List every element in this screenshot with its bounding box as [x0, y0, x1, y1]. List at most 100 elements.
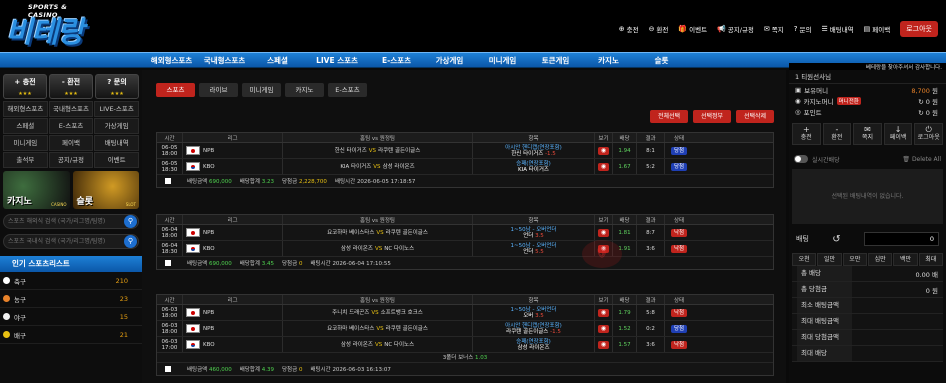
japan-flag-icon	[186, 324, 200, 333]
shortcut-button[interactable]: ↓ 페이백	[883, 123, 913, 145]
select-checkbox[interactable]	[165, 178, 171, 184]
refresh-icon[interactable]: ↻	[918, 109, 923, 117]
action-button[interactable]: 선택삭제	[736, 110, 774, 123]
delete-all-button[interactable]: Delete All	[912, 156, 941, 163]
sidebar-menu-item[interactable]: 이벤트	[94, 152, 139, 168]
tab-2[interactable]: 미니게임	[242, 83, 281, 97]
eye-icon[interactable]: ◉	[598, 162, 609, 171]
summary-unit: 원	[932, 286, 938, 295]
sidebar-menu-item[interactable]: 출석부	[3, 152, 48, 168]
slot-banner[interactable]: 슬롯 SLOT	[72, 171, 139, 209]
bet-amount: 배팅금액 690,000	[187, 259, 232, 267]
main-nav-item[interactable]: E-스포츠	[370, 53, 423, 68]
shortcut-button[interactable]: ✉ 쪽지	[853, 123, 882, 145]
main-nav-item[interactable]: 스페셜	[251, 53, 304, 68]
result-value: 3:6	[646, 245, 655, 252]
eye-icon[interactable]: ◉	[598, 228, 609, 237]
odds-value: 1.67	[618, 163, 631, 170]
amount-button[interactable]: 최대	[918, 253, 943, 266]
sport-item[interactable]: 축구 210	[0, 272, 142, 290]
eye-icon[interactable]: ◉	[598, 146, 609, 155]
money-transfer-button[interactable]: 머니전환	[836, 96, 861, 105]
odds-value: 1.57	[618, 341, 631, 348]
sidebar-menu-item[interactable]: E-스포츠	[48, 118, 94, 134]
sidebar-menu-item[interactable]: LIVE-스포츠	[94, 101, 139, 117]
nav-mail[interactable]: ✉ 쪽지	[764, 24, 784, 34]
search-icon[interactable]: ⚲	[124, 235, 137, 248]
shortcut-button[interactable]: + 충전	[792, 123, 821, 145]
bet-header: 시간 리그 홈팀 vs 원정팀 항목 보기 배당 결과 상태	[157, 295, 773, 305]
eye-icon[interactable]: ◉	[598, 324, 609, 333]
reset-icon[interactable]: ↺	[832, 234, 840, 245]
main-nav-item[interactable]: 미니게임	[476, 53, 529, 68]
quick-button[interactable]: ? 문의 ★★★	[95, 74, 139, 99]
sidebar-menu-item[interactable]: 가상게임	[94, 118, 139, 134]
odds-cell: 1.81	[613, 225, 637, 240]
site-logo[interactable]: SPORTS & CASINO 비테랑	[6, 3, 98, 49]
sidebar-menu-item[interactable]: 미니게임	[3, 135, 48, 151]
amount-button[interactable]: 오천	[792, 253, 817, 266]
header-status: 상태	[673, 135, 685, 142]
main-nav-item[interactable]: 카지노	[582, 53, 635, 68]
live-odds-toggle[interactable]	[794, 155, 808, 163]
bet-amount-input[interactable]: 0	[864, 232, 939, 246]
trash-icon[interactable]: 🗑	[902, 156, 910, 163]
main-nav-item[interactable]: 가상게임	[423, 53, 476, 68]
amount-button[interactable]: 일만	[817, 253, 842, 266]
action-button[interactable]: 전체선택	[650, 110, 688, 123]
sidebar-menu-item[interactable]: 배팅내역	[94, 135, 139, 151]
action-button[interactable]: 선택정부	[693, 110, 731, 123]
status-cell: 낙첨	[665, 305, 693, 320]
sidebar-menu-item[interactable]: 공지/규정	[48, 152, 94, 168]
main-nav-item[interactable]: 국내형스포츠	[198, 53, 251, 68]
amount-button[interactable]: 십만	[867, 253, 893, 266]
nav-plus[interactable]: ⊕ 충전	[619, 24, 639, 34]
eye-icon[interactable]: ◉	[598, 340, 609, 349]
amount-button[interactable]: 백만	[893, 253, 918, 266]
domestic-search-input[interactable]	[4, 235, 116, 248]
nav-question[interactable]: ? 문의	[794, 24, 812, 34]
nav-bell[interactable]: 📢 공지/규정	[717, 24, 754, 34]
select-checkbox[interactable]	[165, 260, 171, 266]
sidebar-menu-item[interactable]: 해외형스포츠	[3, 101, 48, 117]
bet-row: 06-03 18:00 NPB 주니치 드래곤즈 VS 소프트뱅크 호크스 1~50남 - …	[157, 305, 773, 321]
main-nav-item[interactable]: 슬롯	[635, 53, 688, 68]
eye-icon[interactable]: ◉	[598, 308, 609, 317]
nav-card[interactable]: ▤ 페이백	[864, 24, 891, 34]
sidebar-menu-item[interactable]: 스페셜	[3, 118, 48, 134]
sport-item[interactable]: 농구 23	[0, 290, 142, 308]
shortcut-button[interactable]: - 환전	[822, 123, 852, 145]
sport-item[interactable]: 배구 21	[0, 326, 142, 344]
main-nav-item[interactable]: 토큰게임	[529, 53, 582, 68]
shortcut-button[interactable]: ⏻ 로그아웃	[914, 123, 943, 145]
overseas-search-input[interactable]	[4, 215, 116, 228]
quick-button[interactable]: + 충전 ★★★	[3, 74, 47, 99]
search-icon[interactable]: ⚲	[124, 215, 137, 228]
main-nav-item[interactable]: LIVE 스포츠	[304, 53, 370, 68]
bet-slip: 시간 리그 홈팀 vs 원정팀 항목 보기 배당 결과 상태 06-04 18:00 NPB 요코하마…	[156, 214, 774, 270]
main-nav-item[interactable]: 해외형스포츠	[145, 53, 198, 68]
select-checkbox[interactable]	[165, 366, 171, 372]
nav-gift[interactable]: 🎁 이벤트	[678, 24, 707, 34]
sidebar-menu-item[interactable]: 페이백	[48, 135, 94, 151]
amount-button[interactable]: 오만	[842, 253, 867, 266]
tab-1[interactable]: 라이브	[199, 83, 238, 97]
balance-label: 보유머니	[804, 86, 829, 95]
logout-button[interactable]: 로그아웃	[900, 21, 938, 37]
sport-item[interactable]: 야구 15	[0, 308, 142, 326]
nav-minus[interactable]: ⊖ 환전	[649, 24, 669, 34]
refresh-icon[interactable]: ↻	[918, 98, 923, 106]
tab-3[interactable]: 카지노	[285, 83, 324, 97]
nav-list[interactable]: ☰ 배팅내역	[821, 24, 853, 34]
stars-icon: ★★★	[18, 91, 32, 97]
win-amount-label: 당첨금	[282, 367, 298, 373]
header-result: 결과	[637, 215, 665, 224]
sidebar-menu-item[interactable]: 국내형스포츠	[48, 101, 94, 117]
selection-actions: 전체선택 선택정부 선택삭제	[650, 110, 774, 123]
tab-4[interactable]: E-스포츠	[328, 83, 367, 97]
quick-button[interactable]: - 환전 ★★★	[49, 74, 93, 99]
header-odds: 배당	[613, 133, 637, 142]
result-cell: 3:6	[637, 241, 665, 256]
casino-banner[interactable]: 카지노 CASINO	[3, 171, 70, 209]
tab-0[interactable]: 스포츠	[156, 83, 195, 97]
